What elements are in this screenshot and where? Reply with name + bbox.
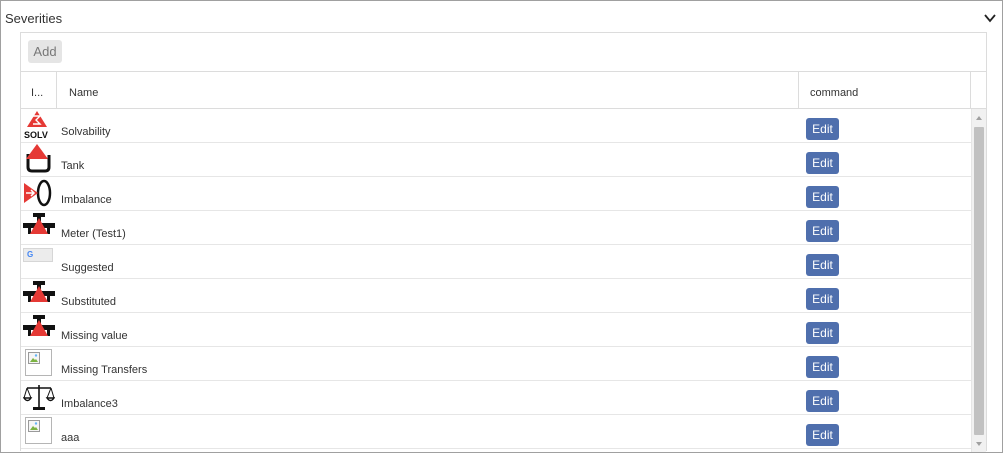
meter-icon (23, 213, 55, 234)
google-g-letter: G (27, 250, 34, 259)
solv-icon: SOLV (24, 111, 48, 140)
edit-button[interactable]: Edit (806, 220, 839, 242)
table-row: Tank Edit (21, 143, 971, 177)
chevron-down-icon[interactable] (983, 11, 997, 25)
scroll-up-arrow-icon[interactable] (976, 116, 982, 120)
broken-image-icon (25, 349, 52, 376)
grid-toolbar: Add (21, 33, 986, 72)
row-name: Substituted (61, 296, 117, 308)
row-name: Meter (Test1) (61, 228, 126, 240)
add-button[interactable]: Add (28, 40, 62, 63)
grid-header: I... Name command (21, 72, 986, 109)
panel-title: Severities (5, 11, 63, 26)
row-name: Tank (61, 160, 85, 172)
table-row: Meter (Test1) Edit (21, 211, 971, 245)
meter-icon (23, 281, 55, 302)
scales-icon (23, 385, 55, 410)
meter-icon (23, 315, 55, 336)
table-row: Imbalance3 Edit (21, 381, 971, 415)
edit-button[interactable]: Edit (806, 288, 839, 310)
vertical-scrollbar[interactable] (971, 109, 986, 452)
scroll-thumb[interactable] (974, 127, 984, 435)
table-row: Imbalance Edit (21, 177, 971, 211)
edit-button[interactable]: Edit (806, 322, 839, 344)
edit-button[interactable]: Edit (806, 152, 839, 174)
row-name: Missing Transfers (61, 364, 148, 376)
row-name: Solvability (61, 126, 111, 138)
tank-icon (26, 144, 51, 173)
column-header-command[interactable]: command (799, 72, 971, 108)
table-row: aaa Edit (21, 415, 971, 449)
row-name: Imbalance (61, 194, 112, 206)
table-row: SOLV Solvability Edit (21, 109, 971, 143)
column-header-name[interactable]: Name (57, 72, 799, 108)
edit-button[interactable]: Edit (806, 118, 839, 140)
row-name: aaa (61, 432, 80, 444)
broken-image-icon (25, 417, 52, 444)
edit-button[interactable]: Edit (806, 424, 839, 446)
table-row: Missing Transfers Edit (21, 347, 971, 381)
table-row: Substituted Edit (21, 279, 971, 313)
google-label-icon: G (23, 248, 53, 262)
table-row: G Suggested Edit (21, 245, 971, 279)
row-name: Imbalance3 (61, 398, 118, 410)
column-header-icon[interactable]: I... (21, 72, 57, 108)
grid-rows: SOLV Solvability Edit Tank Edit Imbalanc… (21, 109, 971, 452)
edit-button[interactable]: Edit (806, 356, 839, 378)
edit-button[interactable]: Edit (806, 254, 839, 276)
row-name: Missing value (61, 330, 128, 342)
severities-grid: Add I... Name command SOLV Solvability E… (20, 32, 987, 452)
edit-button[interactable]: Edit (806, 390, 839, 412)
scroll-down-arrow-icon[interactable] (976, 442, 982, 446)
table-row: Missing value Edit (21, 313, 971, 347)
imbalance-icon (24, 179, 52, 207)
edit-button[interactable]: Edit (806, 186, 839, 208)
solv-label: SOLV (24, 130, 48, 140)
row-name: Suggested (61, 262, 114, 274)
